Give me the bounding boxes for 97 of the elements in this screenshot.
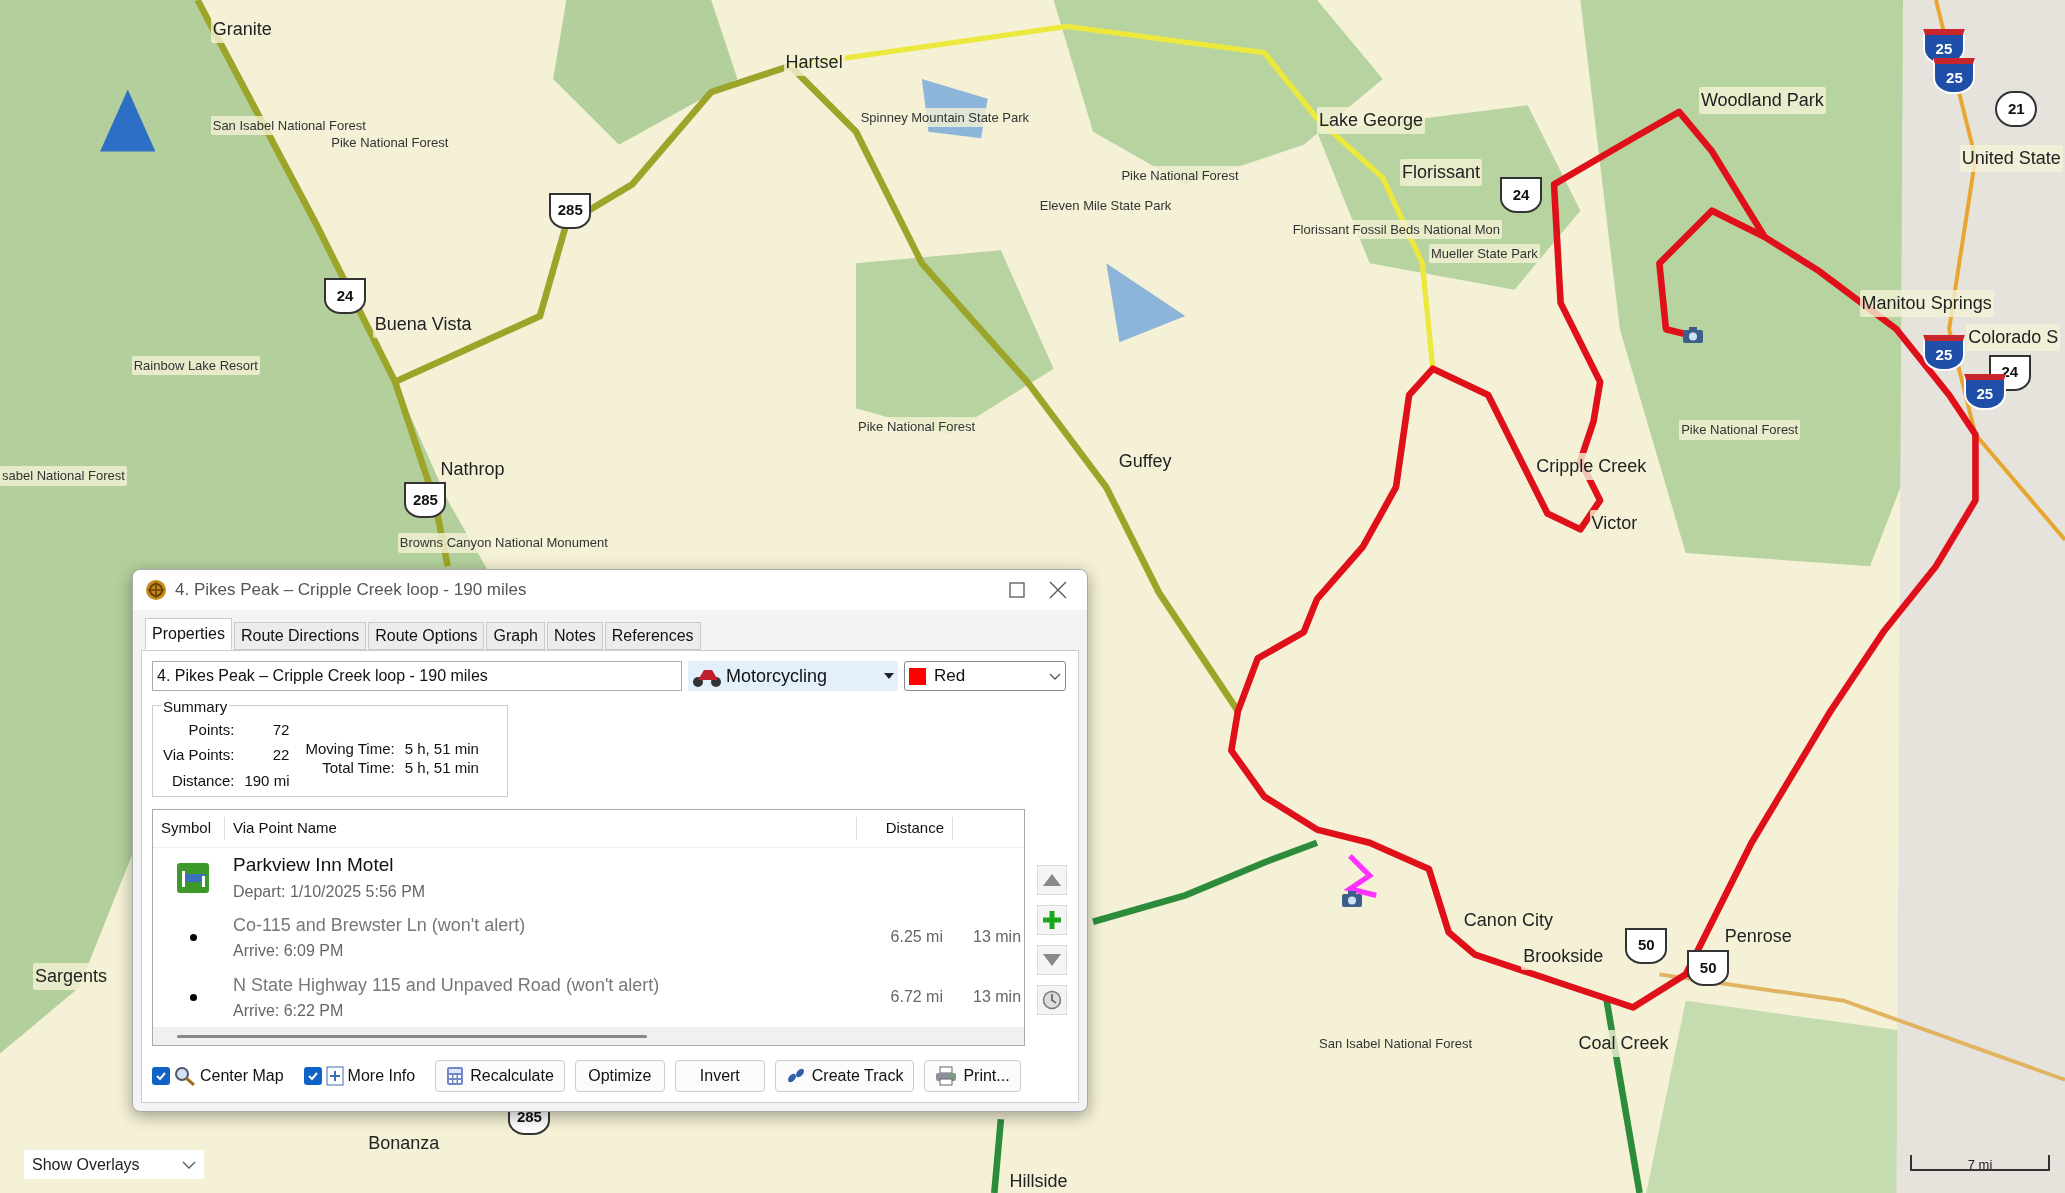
highway-shield: 50 bbox=[1687, 950, 1730, 986]
move-up-button[interactable] bbox=[1037, 865, 1067, 895]
place-label: Woodland Park bbox=[1698, 86, 1826, 114]
tab[interactable]: References bbox=[604, 622, 701, 650]
place-label: Florissant Fossil Beds National Mon bbox=[1290, 219, 1502, 240]
route-name-field[interactable]: 4. Pikes Peak – Cripple Creek loop - 190 miles bbox=[152, 661, 682, 691]
close-icon[interactable] bbox=[1049, 581, 1067, 599]
maximize-icon[interactable] bbox=[1009, 582, 1025, 598]
distance-cell-text: 6.25 mi bbox=[889, 927, 943, 948]
scale-bar: 7 mi bbox=[1910, 1155, 2050, 1171]
highway-shield: 25 bbox=[1933, 58, 1976, 95]
triangle-down-icon bbox=[1043, 954, 1061, 966]
dropdown-arrow-icon bbox=[884, 673, 894, 679]
window-title: 4. Pikes Peak – Cripple Creek loop - 190 miles bbox=[175, 579, 527, 602]
place-label: Browns Canyon National Monument bbox=[397, 533, 610, 553]
column-header[interactable]: Distance bbox=[857, 817, 953, 840]
place-label: Pike National Forest bbox=[1119, 165, 1241, 186]
printer-icon bbox=[935, 1066, 958, 1086]
place-label: Coal Creek bbox=[1576, 1029, 1671, 1057]
distance-cell-text: 6.72 mi bbox=[889, 987, 943, 1008]
summary-label: Total Time: bbox=[321, 758, 395, 777]
chevron-down-icon bbox=[1049, 672, 1061, 680]
place-label: Cripple Creek bbox=[1534, 453, 1649, 481]
action-button[interactable]: Print... bbox=[924, 1060, 1021, 1092]
time-cell-text: 13 min bbox=[973, 987, 1022, 1008]
color-value: Red bbox=[934, 665, 966, 688]
summary-value: 5 h, 51 min bbox=[404, 739, 479, 758]
overlays-dropdown[interactable]: Show Overlays bbox=[24, 1150, 204, 1179]
activity-dropdown[interactable]: Motorcycling bbox=[688, 661, 898, 691]
summary-value: 5 h, 51 min bbox=[404, 758, 479, 777]
place-label: Florissant bbox=[1399, 159, 1482, 187]
plus-icon bbox=[1042, 910, 1062, 930]
chevron-down-icon bbox=[182, 1160, 196, 1169]
highway-shield: 50 bbox=[1625, 927, 1668, 964]
place-label: Pike National Forest bbox=[856, 417, 978, 437]
via-point-time: Arrive: 6:09 PM bbox=[233, 940, 345, 961]
footprints-icon bbox=[785, 1067, 806, 1085]
magnifier-icon bbox=[174, 1066, 196, 1086]
checkbox[interactable] bbox=[152, 1067, 170, 1085]
via-point-name: N State Highway 115 and Unpaved Road (won't alert) bbox=[233, 973, 661, 997]
tab[interactable]: Route Directions bbox=[233, 622, 367, 650]
summary-label: Points: bbox=[187, 720, 235, 740]
via-point-name: Parkview Inn Motel bbox=[233, 853, 395, 878]
camera-icon bbox=[1682, 326, 1704, 344]
option-label[interactable]: Center Map bbox=[200, 1064, 284, 1088]
tab[interactable]: Route Options bbox=[368, 622, 485, 650]
plus-document-icon bbox=[325, 1066, 344, 1086]
place-label: Sargents bbox=[32, 962, 109, 990]
place-label: San Isabel National Forest bbox=[210, 115, 368, 136]
action-button[interactable]: Invert bbox=[674, 1060, 765, 1092]
checkbox[interactable] bbox=[303, 1067, 322, 1085]
highway-shield: 285 bbox=[549, 192, 592, 229]
column-header[interactable]: Symbol bbox=[153, 817, 225, 840]
place-label: United State bbox=[1959, 144, 2063, 172]
summary-label: Moving Time: bbox=[305, 739, 395, 758]
highway-shield: 24 bbox=[1500, 176, 1543, 213]
place-label: Granite bbox=[210, 15, 274, 43]
time-cell-text: 13 min bbox=[973, 927, 1022, 948]
via-point-time: Arrive: 6:22 PM bbox=[233, 1000, 345, 1021]
place-label: Colorado S bbox=[1966, 323, 2061, 351]
checkmark-icon bbox=[155, 1070, 167, 1082]
tab[interactable]: Notes bbox=[546, 622, 603, 650]
action-button[interactable]: Create Track bbox=[774, 1060, 915, 1092]
clock-icon bbox=[1042, 990, 1062, 1010]
summary-value: 22 bbox=[271, 745, 290, 766]
summary-label: Distance: bbox=[170, 770, 235, 791]
activity-value: Motorcycling bbox=[726, 664, 828, 688]
add-button[interactable] bbox=[1037, 905, 1067, 935]
globe-icon bbox=[145, 579, 167, 601]
color-dropdown[interactable]: Red bbox=[904, 661, 1066, 691]
place-label: Manitou Springs bbox=[1859, 289, 1994, 317]
place-label: Lake George bbox=[1317, 106, 1426, 134]
camera-icon bbox=[1341, 890, 1363, 908]
highway-shield: 24 bbox=[324, 278, 367, 315]
action-button[interactable]: Optimize bbox=[574, 1060, 665, 1092]
via-point-name: Co-115 and Brewster Ln (won't alert) bbox=[233, 913, 527, 937]
place-label: Spinney Mountain State Park bbox=[858, 108, 1032, 128]
clock-button[interactable] bbox=[1037, 985, 1067, 1015]
action-button[interactable]: Recalculate bbox=[435, 1060, 565, 1092]
triangle-up-icon bbox=[1043, 874, 1061, 886]
place-label: sabel National Forest bbox=[0, 466, 127, 486]
column-header[interactable]: Via Point Name bbox=[225, 817, 857, 840]
tab[interactable]: Graph bbox=[486, 622, 545, 650]
move-down-button[interactable] bbox=[1037, 945, 1067, 975]
option-label[interactable]: More Info bbox=[347, 1064, 416, 1088]
place-label: Pike National Forest bbox=[1679, 420, 1801, 440]
highway-shield: 285 bbox=[404, 482, 447, 519]
horizontal-scrollbar[interactable] bbox=[177, 1034, 647, 1038]
calculator-icon bbox=[446, 1066, 465, 1086]
bed-icon bbox=[176, 861, 210, 894]
summary-label: Via Points: bbox=[163, 745, 235, 766]
summary-value: 190 mi bbox=[244, 770, 290, 791]
tab[interactable]: Properties bbox=[145, 618, 232, 650]
via-point-time: Depart: 1/10/2025 5:56 PM bbox=[233, 881, 427, 902]
summary-value: 72 bbox=[271, 720, 290, 740]
checkmark-icon bbox=[306, 1070, 319, 1082]
highway-shield: 25 bbox=[1963, 374, 2006, 411]
